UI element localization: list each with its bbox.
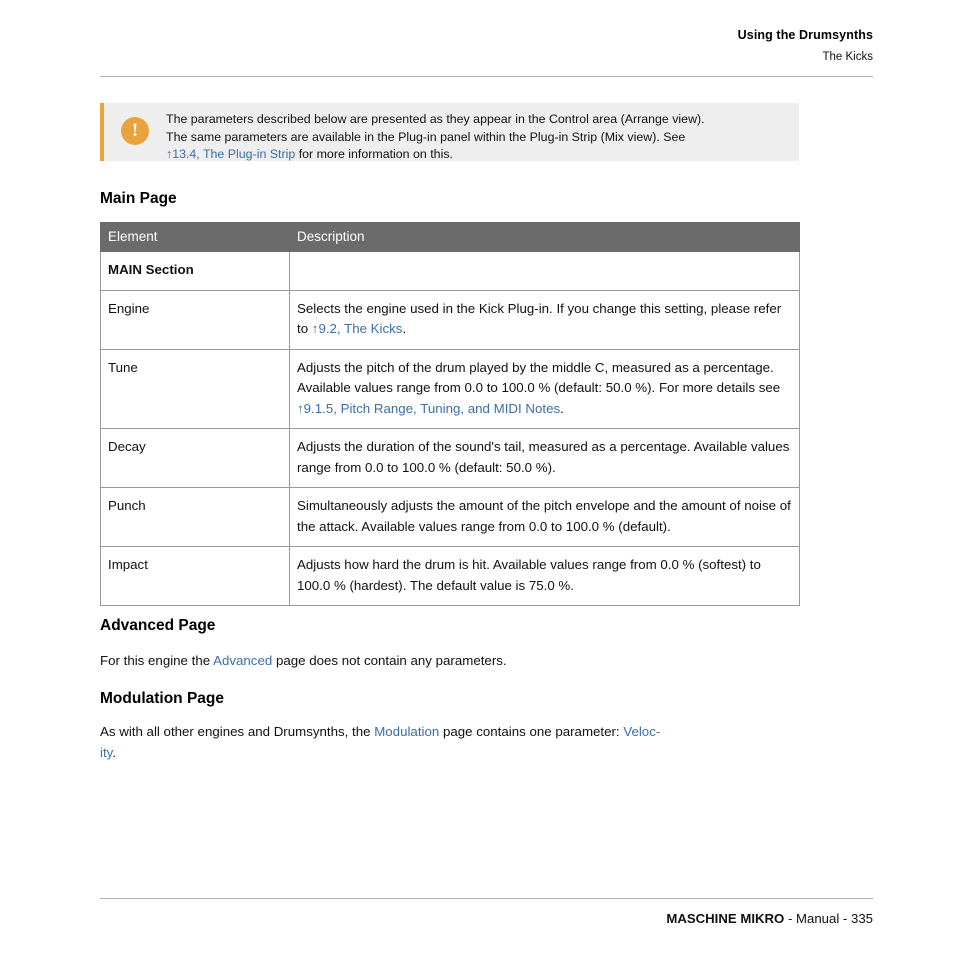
row-label-engine: Engine <box>100 289 290 350</box>
header-section-title: The Kicks <box>822 51 874 63</box>
advanced-link[interactable]: Advanced <box>213 653 272 668</box>
row-label-impact: Impact <box>100 546 290 606</box>
paragraph-modulation-page: As with all other engines and Drumsynths… <box>100 722 799 763</box>
heading-advanced-page: Advanced Page <box>100 617 216 634</box>
velocity-link-continued[interactable]: ity <box>100 745 112 760</box>
table-header-element: Element <box>100 222 290 252</box>
footer-divider <box>100 898 873 899</box>
note-line-1: The parameters described below are prese… <box>166 112 705 126</box>
row-description-engine: Selects the engine used in the Kick Plug… <box>289 289 800 350</box>
header-divider <box>100 76 873 77</box>
note-callout: ! The parameters described below are pre… <box>100 103 799 161</box>
row-label-main-section: MAIN Section <box>100 251 290 291</box>
heading-modulation-page: Modulation Page <box>100 690 224 707</box>
note-icon-wrapper: ! <box>104 103 166 145</box>
note-link-plugin-strip[interactable]: ↑13.4, The Plug-in Strip <box>166 147 295 161</box>
tune-desc-post: . <box>560 400 564 416</box>
document-page: Using the Drumsynths The Kicks ! The par… <box>0 0 954 954</box>
row-label-decay: Decay <box>100 428 290 488</box>
modulation-mid: page contains one parameter: <box>439 724 624 739</box>
parameter-table: Element Description MAIN Section Engine … <box>100 222 800 606</box>
advanced-pre: For this engine the <box>100 653 214 668</box>
modulation-post: . <box>112 744 117 760</box>
note-line-3: ↑13.4, The Plug-in Strip for more inform… <box>166 146 792 164</box>
engine-desc-post: . <box>402 321 407 336</box>
row-description-tune: Adjusts the pitch of the drum played by … <box>289 348 800 429</box>
table-row: Punch Simultaneously adjusts the amount … <box>100 487 800 547</box>
table-header-description: Description <box>289 222 800 252</box>
modulation-pre: As with all other engines and Drumsynths… <box>100 724 375 739</box>
tune-desc-pre: Adjusts the pitch of the drum played by … <box>297 359 781 396</box>
note-line-3-tail: for more information on this. <box>295 147 453 161</box>
row-description-impact: Adjusts how hard the drum is hit. Availa… <box>289 546 800 606</box>
advanced-post: page does not contain any parameters. <box>272 653 507 668</box>
page-header: Using the Drumsynths The Kicks <box>100 28 873 63</box>
row-description-main-section <box>289 251 800 291</box>
velocity-link[interactable]: Veloc- <box>623 724 660 739</box>
footer-product: MASCHINE MIKRO <box>666 911 785 926</box>
tune-link-pitch-range[interactable]: ↑9.1.5, Pitch Range, Tuning, and MIDI No… <box>297 401 560 416</box>
table-header-row: Element Description <box>100 222 800 252</box>
footer-page-number: - Manual - 335 <box>784 911 873 926</box>
paragraph-advanced-page: For this engine the Advanced page does n… <box>100 651 799 672</box>
table-row: Tune Adjusts the pitch of the drum playe… <box>100 348 800 429</box>
note-text: The parameters described below are prese… <box>166 103 798 164</box>
modulation-link[interactable]: Modulation <box>374 724 439 739</box>
note-line-2: The same parameters are available in the… <box>166 129 686 144</box>
row-description-decay: Adjusts the duration of the sound's tail… <box>289 428 800 488</box>
engine-link-the-kicks[interactable]: ↑9.2, The Kicks <box>312 321 403 336</box>
row-description-punch: Simultaneously adjusts the amount of the… <box>289 487 800 547</box>
table-row: Decay Adjusts the duration of the sound'… <box>100 428 800 488</box>
table-row: Impact Adjusts how hard the drum is hit.… <box>100 546 800 606</box>
row-label-tune: Tune <box>100 348 290 429</box>
heading-main-page: Main Page <box>100 190 177 207</box>
header-chapter-title: Using the Drumsynths <box>737 28 873 42</box>
warning-exclamation-icon: ! <box>121 117 149 145</box>
page-footer: MASCHINE MIKRO - Manual - 335 <box>100 911 873 926</box>
row-label-punch: Punch <box>100 487 290 547</box>
table-row: Engine Selects the engine used in the Ki… <box>100 289 800 350</box>
table-row: MAIN Section <box>100 251 800 291</box>
